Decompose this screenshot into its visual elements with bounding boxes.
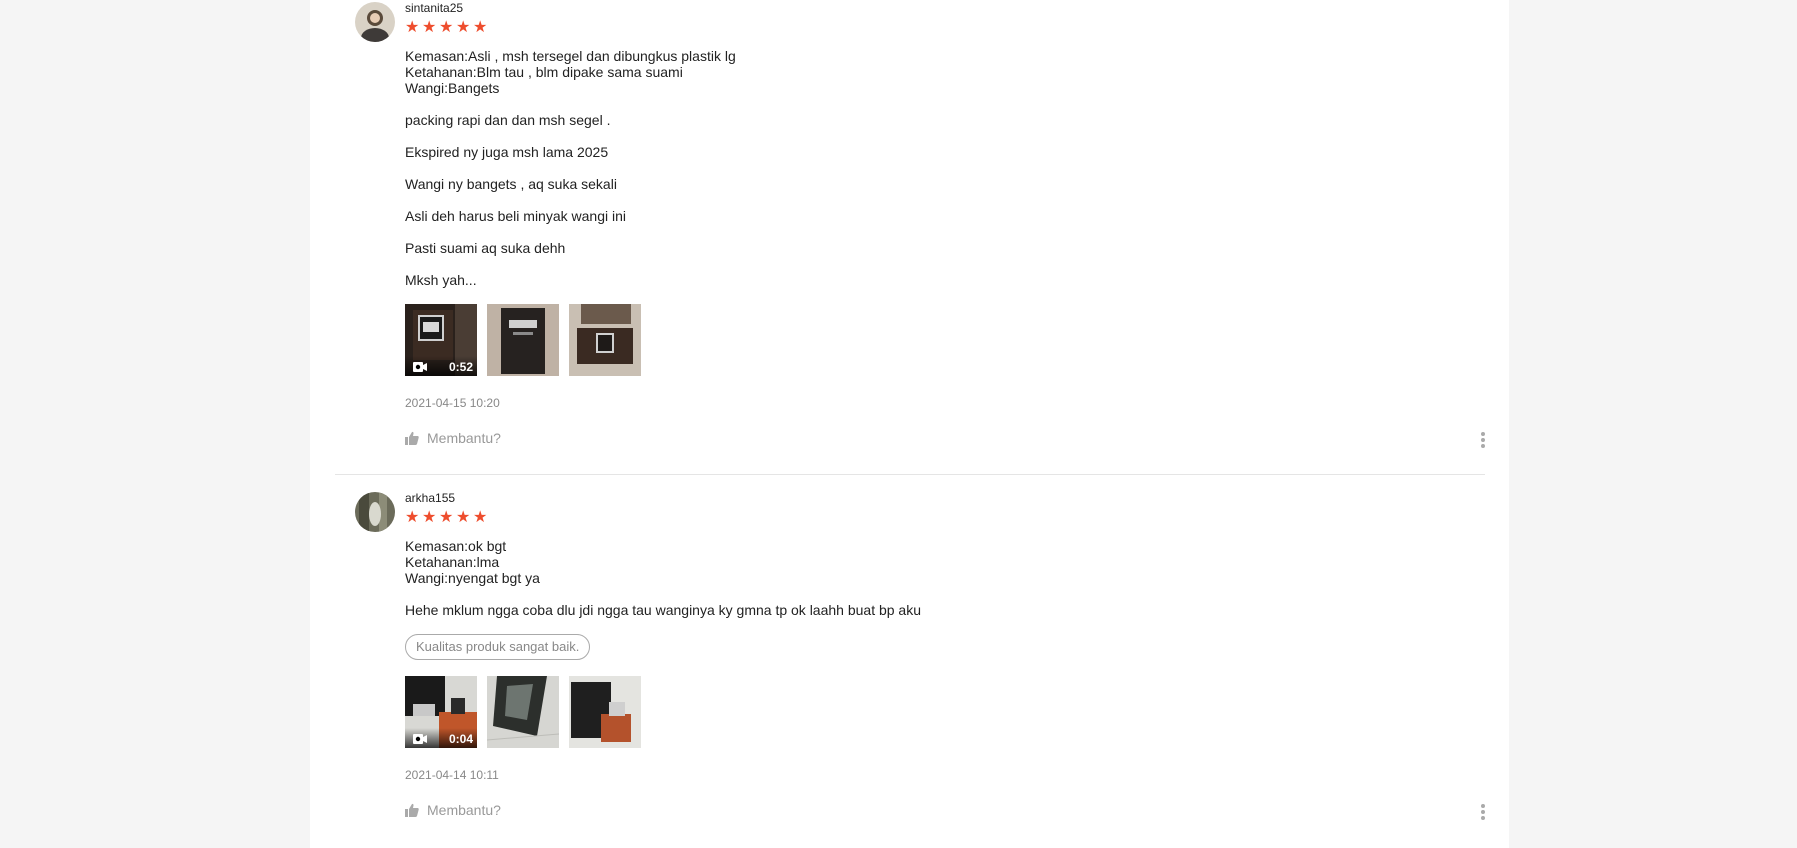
review-attribute: Kemasan:Asli , msh tersegel dan dibungku… [405,48,736,64]
review-timestamp: 2021-04-15 10:20 [405,396,500,410]
review-paragraph: packing rapi dan dan msh segel . [405,112,611,128]
review-attribute: Wangi:Bangets [405,80,500,96]
thumbs-up-icon [405,803,419,817]
helpful-label: Membantu? [427,430,501,446]
review-text: Kemasan:ok bgt Ketahanan:lma Wangi:nyeng… [405,538,1487,618]
star-icon: ★ [473,19,488,36]
star-icon: ★ [456,509,471,526]
more-vertical-icon[interactable] [1479,802,1487,822]
review-username[interactable]: arkha155 [405,490,1487,506]
review-attribute: Wangi:nyengat bgt ya [405,570,540,586]
image-thumbnail[interactable] [487,304,559,376]
star-icon: ★ [405,19,420,36]
video-overlay: 0:52 [405,356,477,376]
avatar[interactable] [355,2,395,42]
review-paragraph: Pasti suami aq suka dehh [405,240,566,256]
review-paragraph: Ekspired ny juga msh lama 2025 [405,144,609,160]
video-duration: 0:04 [448,732,473,746]
star-icon: ★ [422,19,437,36]
review-media: 0:52 [405,304,1487,376]
video-overlay: 0:04 [405,728,477,748]
review-media: 0:04 [405,676,1487,748]
review-paragraph: Hehe mklum ngga coba dlu jdi ngga tau wa… [405,602,922,618]
video-duration: 0:52 [448,360,473,374]
review-attribute: Kemasan:ok bgt [405,538,507,554]
image-thumbnail[interactable] [569,676,641,748]
review-divider [335,474,1485,475]
star-icon: ★ [422,509,437,526]
helpful-button[interactable]: Membantu? [405,430,1487,446]
rating-stars: ★ ★ ★ ★ ★ [405,20,1487,36]
video-thumbnail[interactable]: 0:04 [405,676,477,748]
more-vertical-icon[interactable] [1479,430,1487,450]
thumbs-up-icon [405,431,419,445]
star-icon: ★ [439,19,454,36]
star-icon: ★ [456,19,471,36]
quality-tag: Kualitas produk sangat baik. [405,634,591,660]
review-paragraph: Wangi ny bangets , aq suka sekali [405,176,617,192]
star-icon: ★ [439,509,454,526]
star-icon: ★ [473,509,488,526]
image-thumbnail[interactable] [487,676,559,748]
video-camera-icon [413,362,427,372]
rating-stars: ★ ★ ★ ★ ★ [405,510,1487,526]
helpful-button[interactable]: Membantu? [405,802,1487,818]
review-paragraph: Asli deh harus beli minyak wangi ini [405,208,626,224]
review-actions: Membantu? [405,802,1487,822]
avatar[interactable] [355,492,395,532]
review-username[interactable]: sintanita25 [405,0,1487,16]
review-actions: Membantu? [405,430,1487,450]
image-thumbnail[interactable] [569,304,641,376]
review-timestamp: 2021-04-14 10:11 [405,768,499,782]
review-attribute: Ketahanan:Blm tau , blm dipake sama suam… [405,64,683,80]
star-icon: ★ [405,509,420,526]
review-paragraph: Mksh yah... [405,272,477,288]
video-thumbnail[interactable]: 0:52 [405,304,477,376]
helpful-label: Membantu? [427,802,501,818]
review-attribute: Ketahanan:lma [405,554,500,570]
review-text: Kemasan:Asli , msh tersegel dan dibungku… [405,48,1487,288]
video-camera-icon [413,734,427,744]
